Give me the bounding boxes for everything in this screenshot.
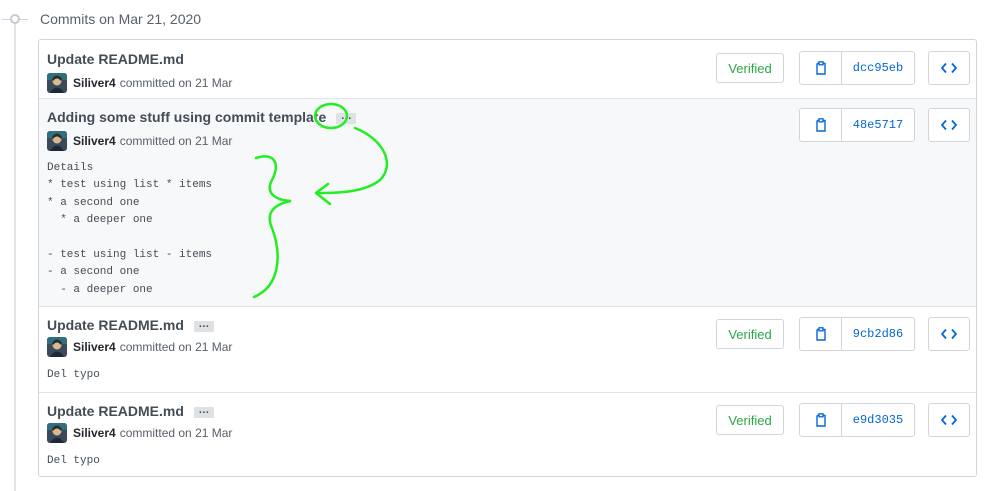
commit-meta: Siliver4 committed on 21 Mar <box>47 73 232 93</box>
avatar[interactable] <box>47 337 67 357</box>
clippy-icon <box>815 327 826 341</box>
commit-message-link[interactable]: Update README.md … <box>47 403 214 419</box>
commit-row: Update README.md Siliver4 committed on 2… <box>39 40 976 99</box>
commit-description: Details * test using list * items * a se… <box>47 162 213 296</box>
code-icon <box>941 62 957 74</box>
ellipsis-expander-button[interactable]: … <box>336 110 357 124</box>
commit-sha-link[interactable]: dcc95eb <box>842 52 914 84</box>
copy-sha-button[interactable] <box>800 52 842 84</box>
commit-date: committed on 21 Mar <box>119 76 233 90</box>
code-icon <box>941 119 957 131</box>
commit-message-link[interactable]: Update README.md … <box>47 317 214 333</box>
sha-button-group: 9cb2d86 <box>799 317 915 351</box>
avatar[interactable] <box>47 131 67 151</box>
commit-row: Update README.md … Siliver4 committed on … <box>39 393 976 476</box>
browse-repo-button[interactable] <box>928 108 970 142</box>
copy-sha-button[interactable] <box>800 109 842 141</box>
commit-row: Update README.md … Siliver4 committed on … <box>39 307 976 393</box>
commit-message[interactable]: Update README.md <box>47 51 184 67</box>
copy-sha-button[interactable] <box>800 318 842 350</box>
commit-date: committed on 21 Mar <box>119 426 233 440</box>
commit-sha-link[interactable]: 48e5717 <box>842 109 914 141</box>
code-icon <box>941 328 957 340</box>
commit-meta: Siliver4 committed on 21 Mar <box>47 423 232 443</box>
verified-badge[interactable]: Verified <box>716 405 784 435</box>
ellipsis-expander-button[interactable]: … <box>193 404 214 418</box>
commit-group-header: Commits on Mar 21, 2020 <box>40 11 202 27</box>
commit-message[interactable]: Update README.md <box>47 317 184 333</box>
code-icon <box>941 414 957 426</box>
sha-button-group: dcc95eb <box>799 51 915 85</box>
commit-date: committed on 21 Mar <box>119 340 233 354</box>
avatar[interactable] <box>47 423 67 443</box>
commit-group-node-icon <box>10 14 20 24</box>
commit-date: committed on 21 Mar <box>119 134 233 148</box>
commit-meta: Siliver4 committed on 21 Mar <box>47 337 232 357</box>
commit-sha-link[interactable]: e9d3035 <box>842 404 914 436</box>
commit-row: Adding some stuff using commit template …… <box>39 99 976 307</box>
author-name[interactable]: Siliver4 <box>73 340 116 354</box>
browse-repo-button[interactable] <box>928 403 970 437</box>
avatar[interactable] <box>47 73 67 93</box>
commit-message-link[interactable]: Adding some stuff using commit template … <box>47 109 357 125</box>
browse-repo-button[interactable] <box>928 317 970 351</box>
verified-badge[interactable]: Verified <box>716 53 784 83</box>
clippy-icon <box>815 61 826 75</box>
commit-message[interactable]: Update README.md <box>47 403 184 419</box>
clippy-icon <box>815 413 826 427</box>
verified-badge[interactable]: Verified <box>716 319 784 349</box>
sha-button-group: e9d3035 <box>799 403 915 437</box>
author-name[interactable]: Siliver4 <box>73 426 116 440</box>
commit-description: Del typo <box>47 369 100 381</box>
commit-message-link[interactable]: Update README.md <box>47 51 184 67</box>
timeline-line <box>14 20 16 491</box>
commit-message[interactable]: Adding some stuff using commit template <box>47 109 326 125</box>
copy-sha-button[interactable] <box>800 404 842 436</box>
commit-list: Update README.md Siliver4 committed on 2… <box>38 39 977 477</box>
ellipsis-expander-button[interactable]: … <box>193 318 214 332</box>
clippy-icon <box>815 118 826 132</box>
browse-repo-button[interactable] <box>928 51 970 85</box>
sha-button-group: 48e5717 <box>799 108 915 142</box>
author-name[interactable]: Siliver4 <box>73 134 116 148</box>
commit-meta: Siliver4 committed on 21 Mar <box>47 131 232 151</box>
commit-description: Del typo <box>47 455 100 467</box>
commit-sha-link[interactable]: 9cb2d86 <box>842 318 914 350</box>
author-name[interactable]: Siliver4 <box>73 76 116 90</box>
